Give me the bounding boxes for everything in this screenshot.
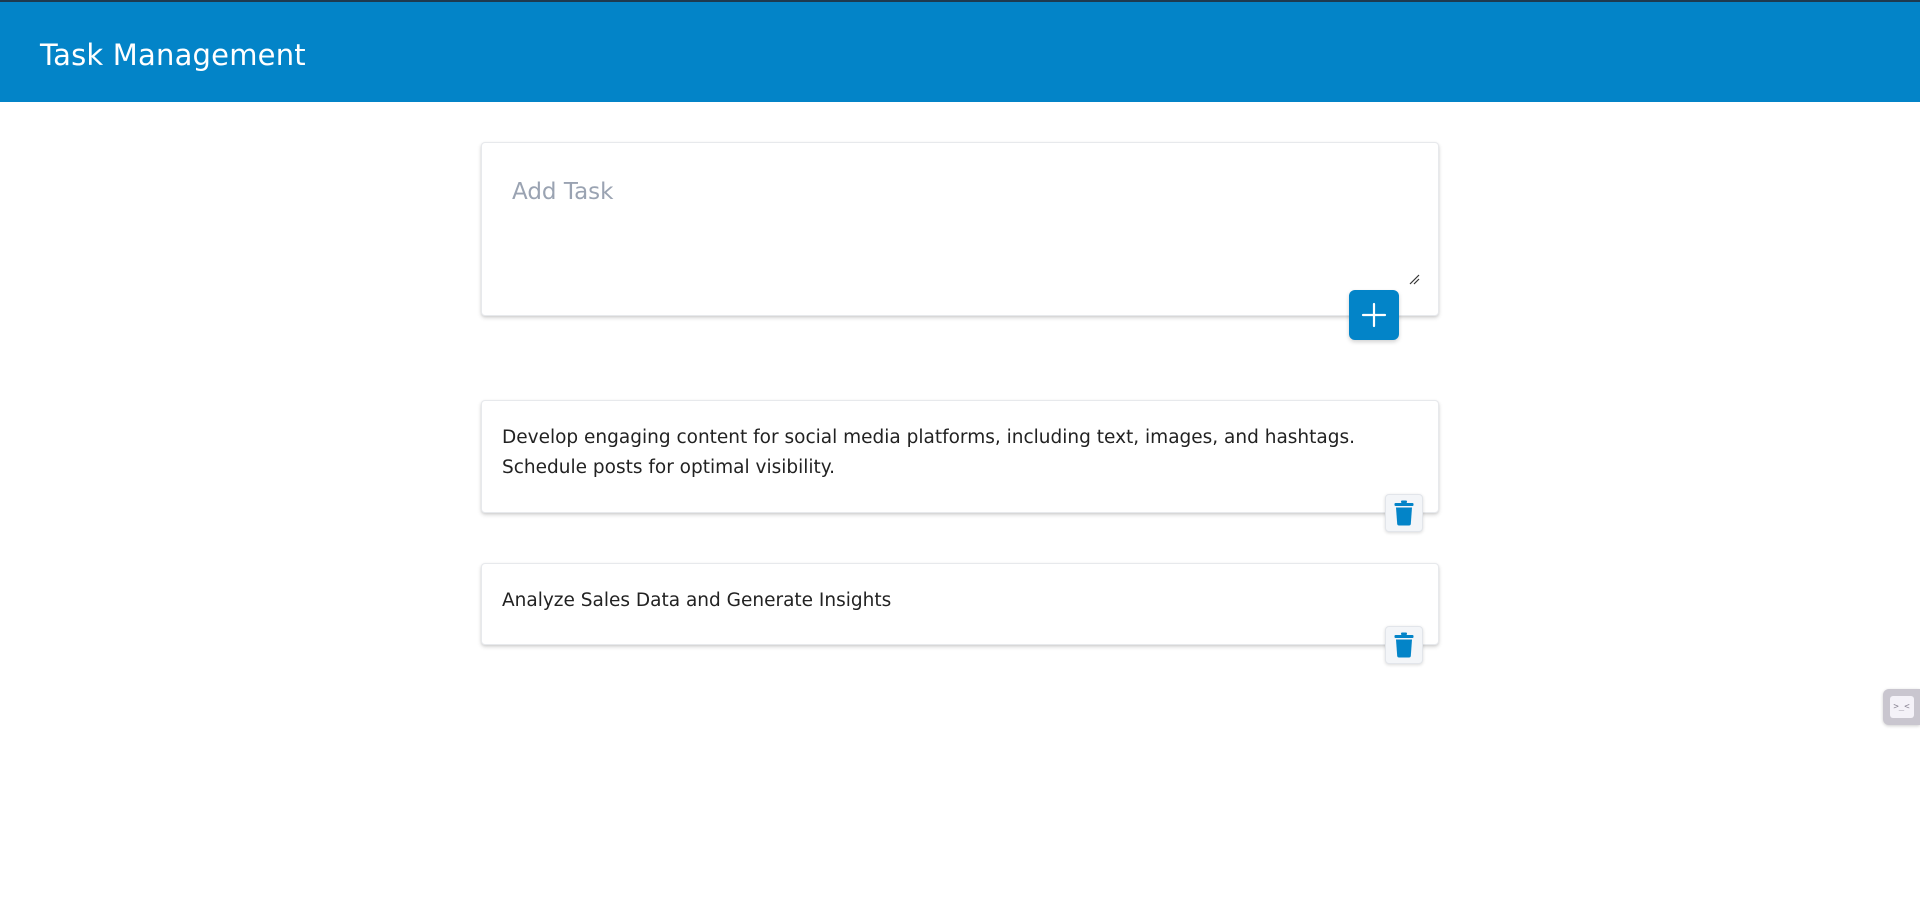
side-widget-button[interactable]: >_< — [1883, 689, 1920, 725]
add-task-card — [481, 142, 1439, 316]
plus-icon — [1361, 302, 1387, 328]
trash-icon — [1394, 632, 1414, 658]
delete-task-button[interactable] — [1385, 494, 1423, 532]
resize-handle-icon[interactable] — [1408, 273, 1420, 285]
task-text: Develop engaging content for social medi… — [502, 427, 1356, 478]
add-task-button[interactable] — [1349, 290, 1399, 340]
task-item: Develop engaging content for social medi… — [481, 400, 1439, 513]
add-task-input[interactable] — [512, 173, 1402, 287]
app-header: Task Management — [0, 0, 1920, 102]
task-text: Analyze Sales Data and Generate Insights — [502, 590, 892, 611]
delete-task-button[interactable] — [1385, 626, 1423, 664]
trash-icon — [1394, 500, 1414, 526]
app-title: Task Management — [40, 38, 306, 72]
terminal-icon: >_< — [1889, 696, 1914, 718]
task-item: Analyze Sales Data and Generate Insights — [481, 563, 1439, 645]
